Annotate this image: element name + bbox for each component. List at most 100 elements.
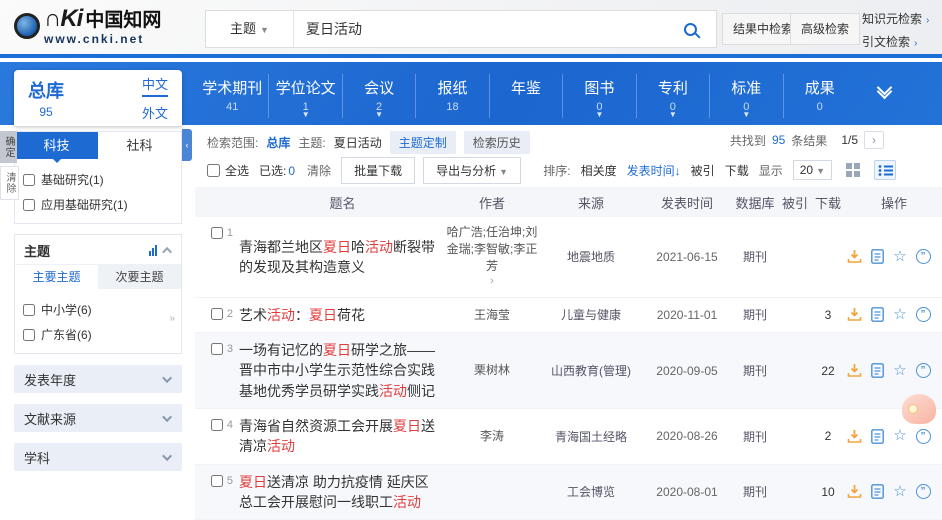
category-tab-0[interactable]: 科技 bbox=[15, 132, 98, 159]
favorite-icon[interactable]: ☆ bbox=[892, 249, 908, 265]
scope-chip-0[interactable]: 主题定制 bbox=[390, 131, 456, 154]
result-title-link[interactable]: 夏日送清凉 助力抗疫情 延庆区总工会开展慰问一线职工活动 bbox=[239, 472, 446, 513]
export-analyze-button[interactable]: 导出与分析▼ bbox=[423, 157, 521, 184]
lang-chinese-link[interactable]: 中文 bbox=[142, 74, 168, 97]
advanced-search-button[interactable]: 高级检索 bbox=[790, 13, 860, 45]
checkbox[interactable] bbox=[23, 174, 35, 186]
nav-item-2[interactable]: 会议2▼ bbox=[342, 74, 415, 118]
topic-tab-1[interactable]: 次要主题 bbox=[98, 265, 181, 289]
cite-icon[interactable]: ” bbox=[915, 484, 931, 500]
next-page-button[interactable]: › bbox=[864, 131, 884, 149]
chevron-down-icon bbox=[162, 412, 172, 422]
bar-chart-icon[interactable] bbox=[149, 245, 157, 256]
sort-option-2[interactable]: 被引 bbox=[691, 162, 715, 179]
filter-section-2[interactable]: 学科 bbox=[14, 443, 182, 471]
download-icon[interactable] bbox=[846, 484, 862, 500]
result-title-link[interactable]: 一场有记忆的夏日研学之旅——晋中市中小学生示范性综合实践基地优秀学员研学实践活动… bbox=[239, 340, 446, 401]
source-link[interactable]: 工会博览 bbox=[538, 483, 644, 500]
clear-selection-button[interactable]: 清除 bbox=[307, 162, 331, 179]
row-checkbox[interactable] bbox=[211, 419, 223, 431]
scope-value[interactable]: 总库 bbox=[266, 134, 290, 151]
select-all-label[interactable]: 全选 bbox=[225, 162, 249, 179]
author-cell[interactable]: 李涛 bbox=[446, 428, 538, 445]
cite-icon[interactable]: ” bbox=[915, 428, 931, 444]
chevron-up-icon[interactable] bbox=[162, 247, 172, 257]
side-button-1[interactable]: 清除 bbox=[0, 166, 19, 200]
source-link[interactable]: 地震地质 bbox=[538, 248, 644, 265]
author-cell[interactable]: 哈广浩;任治坤;刘金瑞;李智敏;李正芳› bbox=[446, 224, 538, 290]
search-field-select[interactable]: 主题▼ bbox=[206, 11, 294, 48]
nav-item-3[interactable]: 报纸18 bbox=[415, 74, 488, 118]
read-icon[interactable] bbox=[869, 428, 885, 444]
category-tab-1[interactable]: 社科 bbox=[98, 132, 181, 159]
read-icon[interactable] bbox=[869, 249, 885, 265]
download-icon[interactable] bbox=[846, 428, 862, 444]
filter-section-1[interactable]: 文献来源 bbox=[14, 404, 182, 432]
nav-item-5[interactable]: 图书0▼ bbox=[562, 74, 635, 118]
chevron-down-icon: ▼ bbox=[816, 166, 825, 176]
sort-option-0[interactable]: 相关度 bbox=[581, 162, 617, 179]
download-icon[interactable] bbox=[846, 363, 862, 379]
source-link[interactable]: 山西教育(管理) bbox=[538, 362, 644, 379]
checkbox[interactable] bbox=[23, 329, 35, 341]
sort-option-1[interactable]: 发表时间↓ bbox=[627, 162, 681, 179]
download-icon[interactable] bbox=[846, 249, 862, 265]
nav-expand-button[interactable] bbox=[879, 82, 890, 97]
select-all-checkbox[interactable] bbox=[207, 164, 220, 177]
total-db-box[interactable]: 总库 95 中文 外文 bbox=[14, 70, 182, 126]
row-checkbox[interactable] bbox=[211, 308, 223, 320]
cite-icon[interactable]: ” bbox=[915, 307, 931, 323]
scope-chip-1[interactable]: 检索历史 bbox=[464, 131, 530, 154]
cite-icon[interactable]: ” bbox=[915, 363, 931, 379]
lang-foreign-link[interactable]: 外文 bbox=[142, 103, 168, 122]
checkbox[interactable] bbox=[23, 199, 35, 211]
author-cell[interactable]: 王海莹 bbox=[446, 307, 538, 324]
result-title-link[interactable]: 青海省自然资源工会开展夏日送清凉活动 bbox=[239, 416, 446, 457]
result-title-link[interactable]: 青海都兰地区夏日哈活动断裂带的发现及其构造意义 bbox=[239, 237, 446, 278]
category-filter-0[interactable]: 基础研究(1) bbox=[23, 167, 173, 192]
more-filters-icon[interactable]: » bbox=[169, 313, 175, 324]
page-size-select[interactable]: 20▼ bbox=[793, 160, 832, 180]
topic-tab-0[interactable]: 主要主题 bbox=[15, 265, 98, 289]
sort-option-3[interactable]: 下载 bbox=[725, 162, 749, 179]
batch-download-button[interactable]: 批量下载 bbox=[341, 157, 415, 184]
expand-authors-icon[interactable]: › bbox=[446, 274, 538, 289]
topic-filter-1[interactable]: 广东省(6) bbox=[23, 322, 173, 347]
favorite-icon[interactable]: ☆ bbox=[892, 428, 908, 444]
sidebar-collapse-button[interactable]: ‹ bbox=[182, 129, 192, 161]
side-button-0[interactable]: 确定 bbox=[0, 131, 17, 163]
nav-item-8[interactable]: 成果0 bbox=[783, 74, 856, 118]
row-checkbox[interactable] bbox=[211, 475, 223, 487]
read-icon[interactable] bbox=[869, 307, 885, 323]
author-cell[interactable]: 栗树林 bbox=[446, 362, 538, 379]
nav-item-7[interactable]: 标准0▼ bbox=[709, 74, 782, 118]
source-link[interactable]: 儿童与健康 bbox=[538, 306, 644, 323]
nav-item-1[interactable]: 学位论文1▼ bbox=[268, 74, 341, 118]
source-link[interactable]: 青海国土经略 bbox=[538, 428, 644, 445]
favorite-icon[interactable]: ☆ bbox=[892, 363, 908, 379]
search-input[interactable] bbox=[294, 21, 664, 37]
list-view-button[interactable] bbox=[874, 160, 896, 180]
nav-item-0[interactable]: 学术期刊41 bbox=[196, 74, 268, 118]
cite-icon[interactable]: ” bbox=[915, 249, 931, 265]
cnki-logo[interactable]: ∩Ki 中国知网 www.cnki.net bbox=[14, 7, 161, 45]
row-checkbox[interactable] bbox=[211, 227, 223, 239]
download-icon[interactable] bbox=[846, 307, 862, 323]
category-filter-1[interactable]: 应用基础研究(1) bbox=[23, 192, 173, 217]
read-icon[interactable] bbox=[869, 363, 885, 379]
selected-counter: 已选:0 bbox=[259, 162, 297, 179]
row-checkbox[interactable] bbox=[211, 343, 223, 355]
favorite-icon[interactable]: ☆ bbox=[892, 307, 908, 323]
grid-view-button[interactable] bbox=[842, 160, 864, 180]
topic-filter-0[interactable]: 中小学(6) bbox=[23, 297, 173, 322]
checkbox[interactable] bbox=[23, 304, 35, 316]
filter-section-0[interactable]: 发表年度 bbox=[14, 365, 182, 393]
read-icon[interactable] bbox=[869, 484, 885, 500]
search-button[interactable] bbox=[664, 11, 716, 47]
result-title-link[interactable]: 艺术活动：夏日荷花 bbox=[239, 305, 446, 325]
header-link-1[interactable]: 引文检索› bbox=[862, 33, 929, 50]
header-link-0[interactable]: 知识元检索› bbox=[862, 10, 929, 27]
favorite-icon[interactable]: ☆ bbox=[892, 484, 908, 500]
nav-item-4[interactable]: 年鉴 bbox=[489, 74, 562, 118]
nav-item-6[interactable]: 专利0▼ bbox=[636, 74, 709, 118]
